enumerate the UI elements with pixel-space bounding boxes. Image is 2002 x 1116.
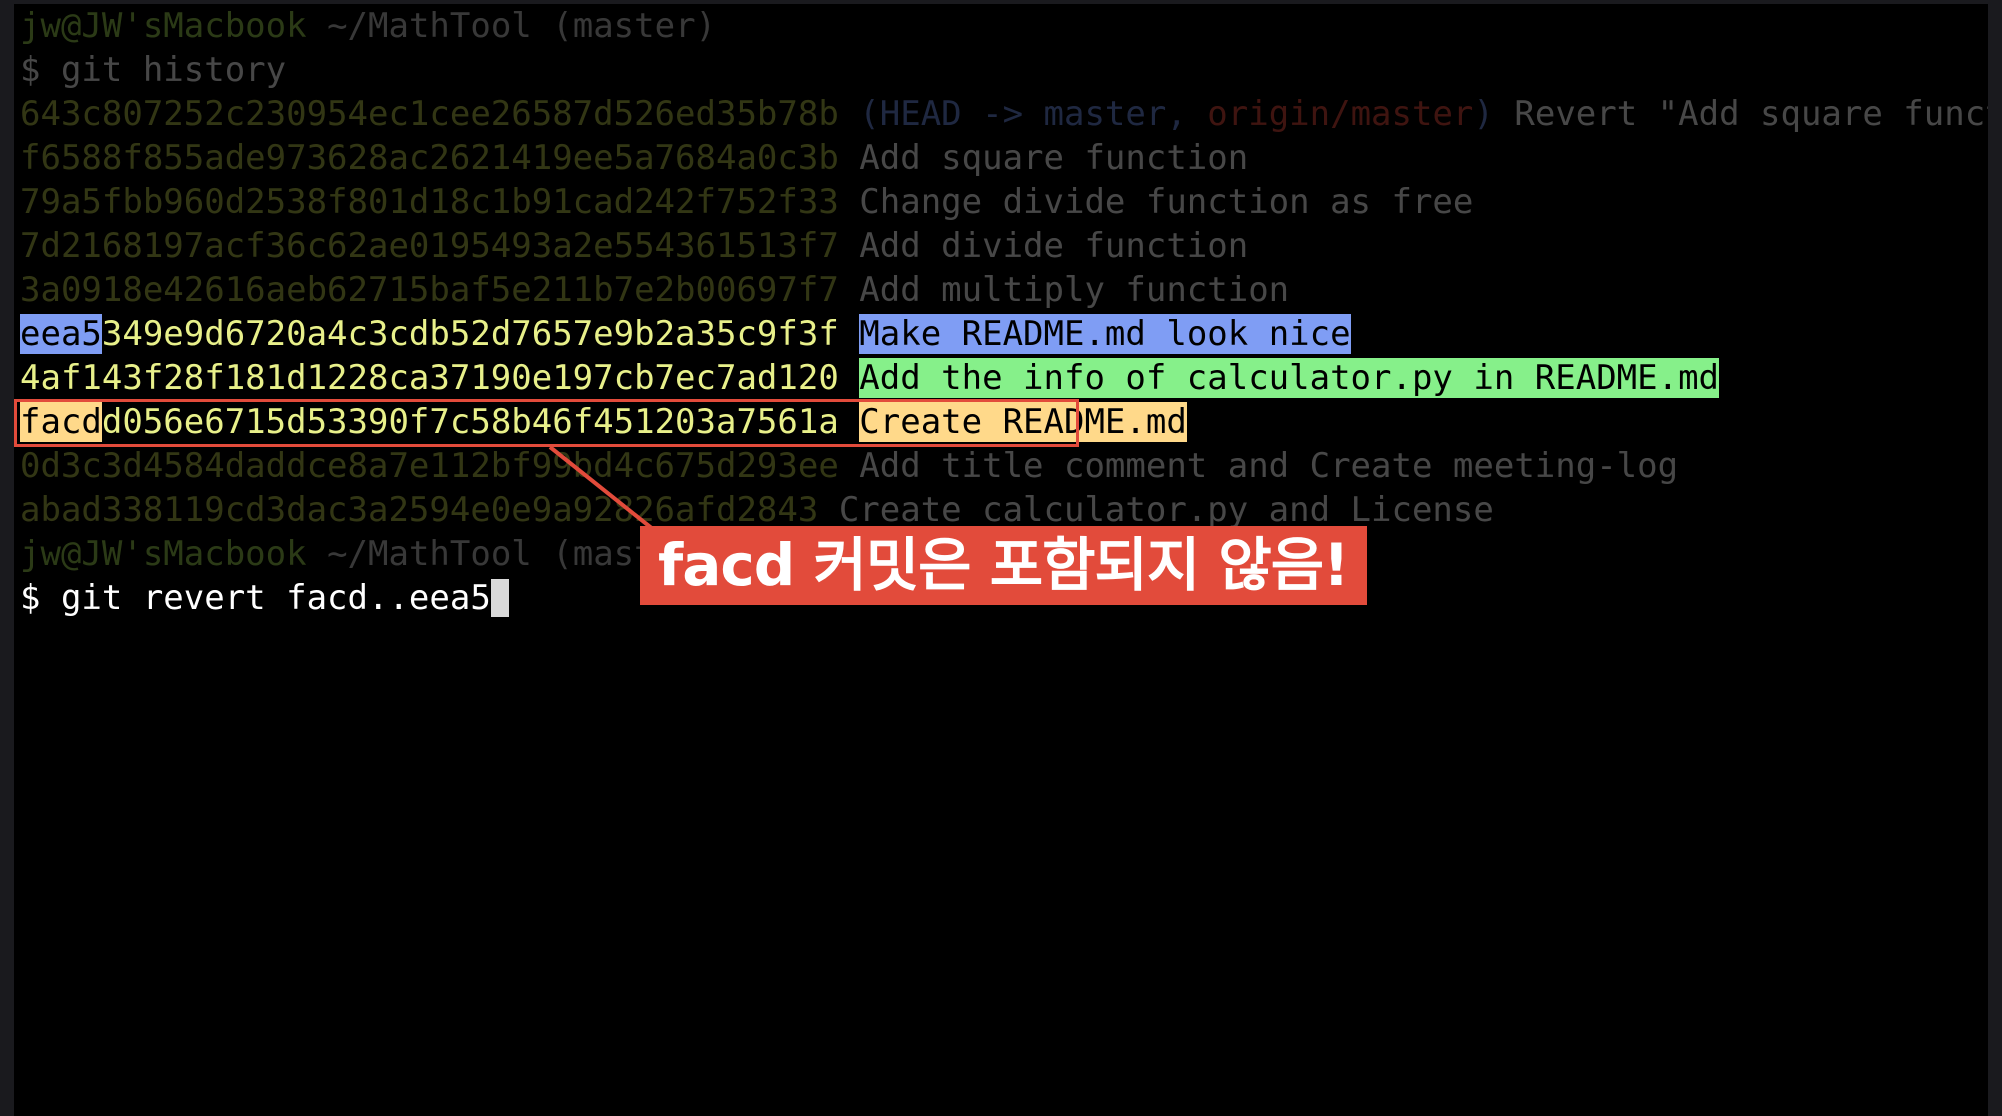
prompt-user: jw@JW'sMacbook [20, 534, 307, 574]
commit-message: Revert "Add square function" [1514, 94, 1988, 134]
commit-message: Create calculator.py and License [838, 490, 1494, 530]
commit-hash: 7d2168197acf36c62ae0195493a2e554361513f7 [20, 226, 839, 266]
commit-message: Add divide function [859, 226, 1249, 266]
commit-message: Add the info of calculator.py in README.… [859, 358, 1720, 398]
log-line-4af1: 4af143f28f181d1228ca37190e197cb7ec7ad120… [20, 356, 1720, 400]
facd-highlight-box [14, 399, 1079, 447]
command-input[interactable]: $ git revert facd..eea5 [20, 578, 491, 618]
origin-ref: origin/master [1207, 94, 1474, 134]
head-ref: HEAD -> master [879, 94, 1167, 134]
log-line-eea5: eea5349e9d6720a4c3cdb52d7657e9b2a35c9f3f… [20, 312, 1351, 356]
commit-hash: 0d3c3d4584daddce8a7e112bf99bd4c675d293ee [20, 446, 839, 486]
command-line-2[interactable]: $ git revert facd..eea5 [20, 576, 509, 620]
commit-hash: 79a5fbb960d2538f801d18c1b91cad242f752f33 [20, 182, 839, 222]
log-line: 3a0918e42616aeb62715baf5e211b7e2b00697f7… [20, 268, 1289, 312]
commit-hash: 643c807252c230954ec1cee26587d526ed35b78b [20, 94, 839, 134]
commit-message: Make README.md look nice [859, 314, 1351, 354]
prompt-line-1: jw@JW'sMacbook ~/MathTool (master) [20, 4, 716, 48]
prompt-user: jw@JW'sMacbook [20, 6, 307, 46]
log-line: 79a5fbb960d2538f801d18c1b91cad242f752f33… [20, 180, 1473, 224]
commit-hash: 4af143f28f181d1228ca37190e197cb7ec7ad120 [20, 358, 839, 398]
commit-hash: f6588f855ade973628ac2621419ee5a7684a0c3b [20, 138, 839, 178]
commit-message: Change divide function as free [859, 182, 1474, 222]
hash-prefix-eea5: eea5 [20, 314, 102, 354]
log-line: 643c807252c230954ec1cee26587d526ed35b78b… [20, 92, 1988, 136]
commit-hash: 3a0918e42616aeb62715baf5e211b7e2b00697f7 [20, 270, 839, 310]
prompt-line-2: jw@JW'sMacbook ~/MathTool (master) [20, 532, 716, 576]
refs-close: ) [1473, 94, 1494, 134]
prompt-branch: (master) [552, 6, 717, 46]
log-line: f6588f855ade973628ac2621419ee5a7684a0c3b… [20, 136, 1248, 180]
refs-open: ( [859, 94, 880, 134]
commit-message: Add square function [859, 138, 1249, 178]
log-line: 7d2168197acf36c62ae0195493a2e554361513f7… [20, 224, 1248, 268]
commit-hash-rest: 349e9d6720a4c3cdb52d7657e9b2a35c9f3f [101, 314, 839, 354]
commit-message: Add multiply function [859, 270, 1290, 310]
prompt-path: ~/MathTool [327, 6, 532, 46]
refs-sep: , [1166, 94, 1208, 134]
terminal-window[interactable]: jw@JW'sMacbook ~/MathTool (master) $ git… [14, 4, 1988, 1116]
text-cursor [490, 578, 509, 617]
log-line: 0d3c3d4584daddce8a7e112bf99bd4c675d293ee… [20, 444, 1678, 488]
command-line-1: $ git history [20, 50, 287, 90]
commit-hash: abad338119cd3dac3a2594e0e9a92826afd2843 [20, 490, 819, 530]
commit-message: Add title comment and Create meeting-log [859, 446, 1679, 486]
callout-label: facd 커밋은 포함되지 않음! [640, 526, 1367, 605]
prompt-path: ~/MathTool [327, 534, 532, 574]
